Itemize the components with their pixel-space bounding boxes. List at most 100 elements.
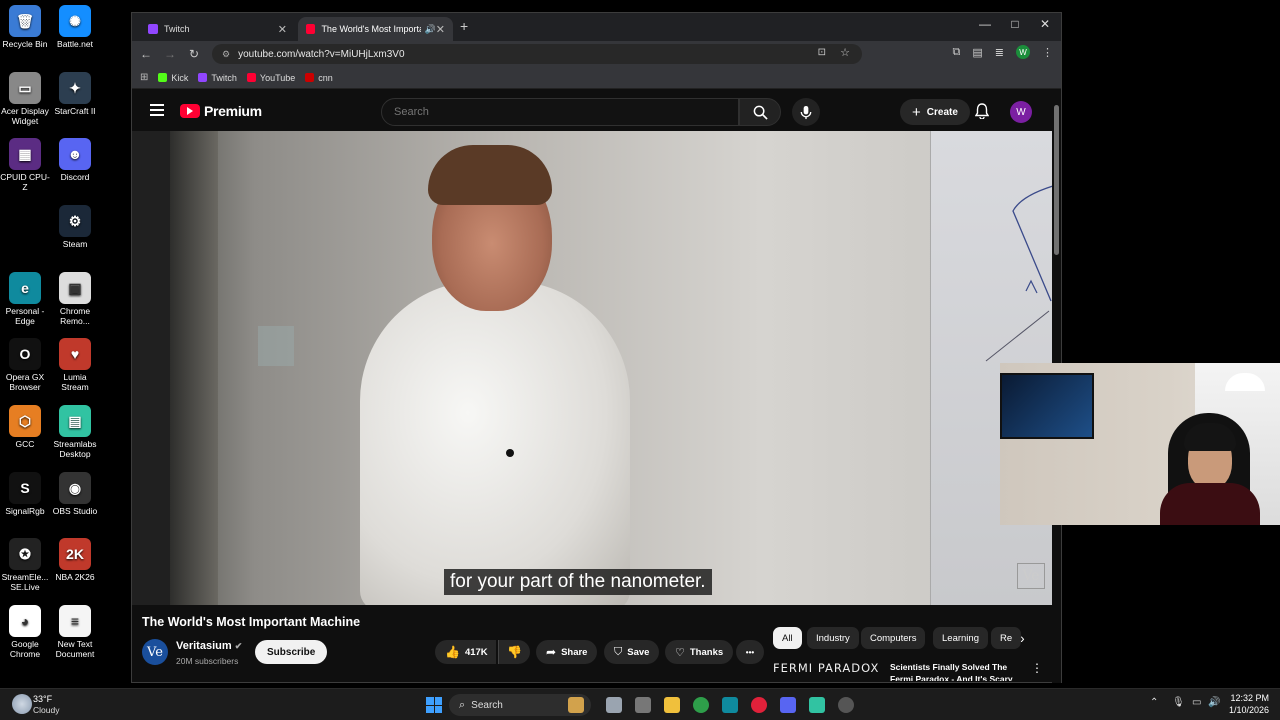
desktop-icon-cpuid-cpu-z[interactable]: ▦ CPUID CPU-Z [0,138,50,192]
extensions-icon[interactable]: ⧉ [953,46,961,59]
weather-desc[interactable]: Cloudy [33,705,59,715]
tab-youtube[interactable]: The World's Most Importan 🔊 ✕ [298,17,453,41]
bookmark-star-icon[interactable]: ☆ [840,46,850,59]
desktop-icon-battle-net[interactable]: ✺ Battle.net [50,5,100,49]
search-input[interactable] [381,98,739,126]
account-avatar[interactable]: W [1010,101,1032,123]
site-info-icon[interactable]: ⚙ [222,49,230,60]
desktop-icon-streamlabs-desktop[interactable]: ▤ Streamlabs Desktop [50,405,100,459]
scrollbar-thumb[interactable] [1054,105,1059,255]
desktop-icon-label: Acer Display Widget [1,106,49,126]
chrome-icon[interactable] [693,697,709,713]
desktop-icon-lumia-stream[interactable]: ♥ Lumia Stream [50,338,100,392]
file-explorer-icon[interactable] [664,697,680,713]
video-player[interactable]: for your part of the nanometer. Ve [132,131,1052,605]
desktop-icon-obs-studio[interactable]: ◉ OBS Studio [50,472,100,516]
desktop-icon-signalrgb[interactable]: S SignalRgb [0,472,50,516]
volume-icon[interactable]: 🔊 [1208,697,1220,708]
tab-strip: Twitch ✕ The World's Most Importan 🔊 ✕ +… [132,13,1061,41]
address-bar[interactable]: ⚙ youtube.com/watch?v=MiUHjLxm3V0 ⊡ ☆ [212,44,862,64]
bookmark-kick[interactable]: Kick [158,73,188,83]
snip-tool-icon[interactable] [635,697,651,713]
microphone-icon[interactable]: 🎙 [1172,697,1185,708]
create-button[interactable]: + Create [900,99,970,125]
opera-gx-icon[interactable] [751,697,767,713]
weather-cloud-icon [12,694,32,714]
chip-industry[interactable]: Industry [807,627,859,649]
recommendation-menu-icon[interactable]: ⋮ [1031,661,1043,675]
forward-icon[interactable]: → [158,47,182,61]
reading-list-icon[interactable]: ≣ [995,46,1004,59]
clock-time[interactable]: 12:32 PM [1229,693,1269,703]
weather-temp[interactable]: 33°F [33,694,52,704]
bookmark-icon: ⛉ [614,645,623,658]
desktop-icon-gcc[interactable]: ⬡ GCC [0,405,50,449]
lapel-mic [506,449,514,457]
widgets-icon[interactable] [568,697,584,713]
clock-date[interactable]: 1/10/2026 [1226,705,1269,715]
close-window-button[interactable]: ✕ [1030,17,1060,31]
notifications-button[interactable] [974,103,990,124]
voice-search-button[interactable] [792,98,820,126]
channel-name[interactable]: Veritasium ✔ [176,640,242,652]
desktop-icon-personal-edge[interactable]: e Personal - Edge [0,272,50,326]
subscribe-button[interactable]: Subscribe [255,640,328,664]
chip-learning[interactable]: Learning [933,627,988,649]
thanks-button[interactable]: ♡ Thanks [665,640,734,664]
edge-icon[interactable] [722,697,738,713]
profile-avatar[interactable]: W [1016,45,1030,59]
more-actions-button[interactable]: ••• [736,640,764,664]
chip-computers[interactable]: Computers [861,627,926,649]
share-button[interactable]: ➦ Share [536,640,598,664]
dislike-button[interactable]: 👎 [498,640,530,664]
streamlabs-icon[interactable] [809,697,825,713]
close-tab-icon[interactable]: ✕ [436,23,445,36]
task-view-icon[interactable] [606,697,622,713]
reload-icon[interactable]: ↻ [182,47,206,61]
recommended-video[interactable]: FERMI PARADOX Scientists Finally Solved … [773,659,1043,681]
desktop-icon-google-chrome[interactable]: ◕ Google Chrome [0,605,50,659]
youtube-header: Premium + Create W [132,93,1061,131]
maximize-button[interactable]: □ [1000,17,1030,31]
bookmark-twitch[interactable]: Twitch [198,73,237,83]
desktop-icon-discord[interactable]: ☻ Discord [50,138,100,182]
bookmark-cnn[interactable]: cnn [305,73,333,83]
network-icon[interactable]: ▭ [1192,697,1201,708]
save-button[interactable]: ⛉ Save [604,640,660,664]
back-icon[interactable]: ← [134,47,158,61]
desktop-icon-new-text-document[interactable]: ≡ New Text Document [50,605,100,659]
desktop-icon-starcraft-ii[interactable]: ✦ StarCraft II [50,72,100,116]
youtube-logo[interactable]: Premium [180,103,262,119]
new-tab-button[interactable]: + [460,18,468,34]
desktop-icon-nba-2k26[interactable]: 2K NBA 2K26 [50,538,100,582]
bookmark-youtube[interactable]: YouTube [246,73,295,83]
desktop-icon-opera-gx-browser[interactable]: O Opera GX Browser [0,338,50,392]
windows-start-icon[interactable] [426,697,442,713]
like-button[interactable]: 👍 417K [435,640,496,664]
desktop-icon-acer-display-widget[interactable]: ▭ Acer Display Widget [0,72,50,126]
chip-all[interactable]: All [773,627,802,649]
obs-icon[interactable] [838,697,854,713]
desktop-icon-chrome-remo[interactable]: ▣ Chrome Remo... [50,272,100,326]
install-app-icon[interactable]: ⊡ [818,47,826,58]
channel-watermark[interactable]: Ve [1017,563,1045,589]
close-tab-icon[interactable]: ✕ [278,23,287,36]
audio-playing-icon[interactable]: 🔊 [425,24,436,35]
channel-avatar[interactable]: Ve [142,639,168,665]
chip-re[interactable]: Re [991,627,1022,649]
desktop-icon-steam[interactable]: ⚙ Steam [50,205,100,249]
chevron-up-icon[interactable]: ⌃ [1150,697,1158,708]
browser-menu-icon[interactable]: ⋮ [1042,46,1053,59]
desktop-icon-streamele-se-live[interactable]: ✪ StreamEle... SE.Live [0,538,50,592]
search-button[interactable] [739,98,781,126]
minimize-button[interactable]: — [970,17,1000,31]
desktop-icon-label: Personal - Edge [5,306,45,326]
webcam-overlay [1000,363,1280,525]
discord-icon[interactable] [780,697,796,713]
like-count: 417K [464,646,488,658]
apps-grid-icon[interactable]: ⊞ [140,72,148,83]
split-view-icon[interactable]: ▤ [972,46,982,59]
tab-twitch[interactable]: Twitch ✕ [140,17,295,41]
desktop-icon-recycle-bin[interactable]: 🗑 Recycle Bin [0,5,50,49]
menu-icon[interactable] [150,104,164,119]
